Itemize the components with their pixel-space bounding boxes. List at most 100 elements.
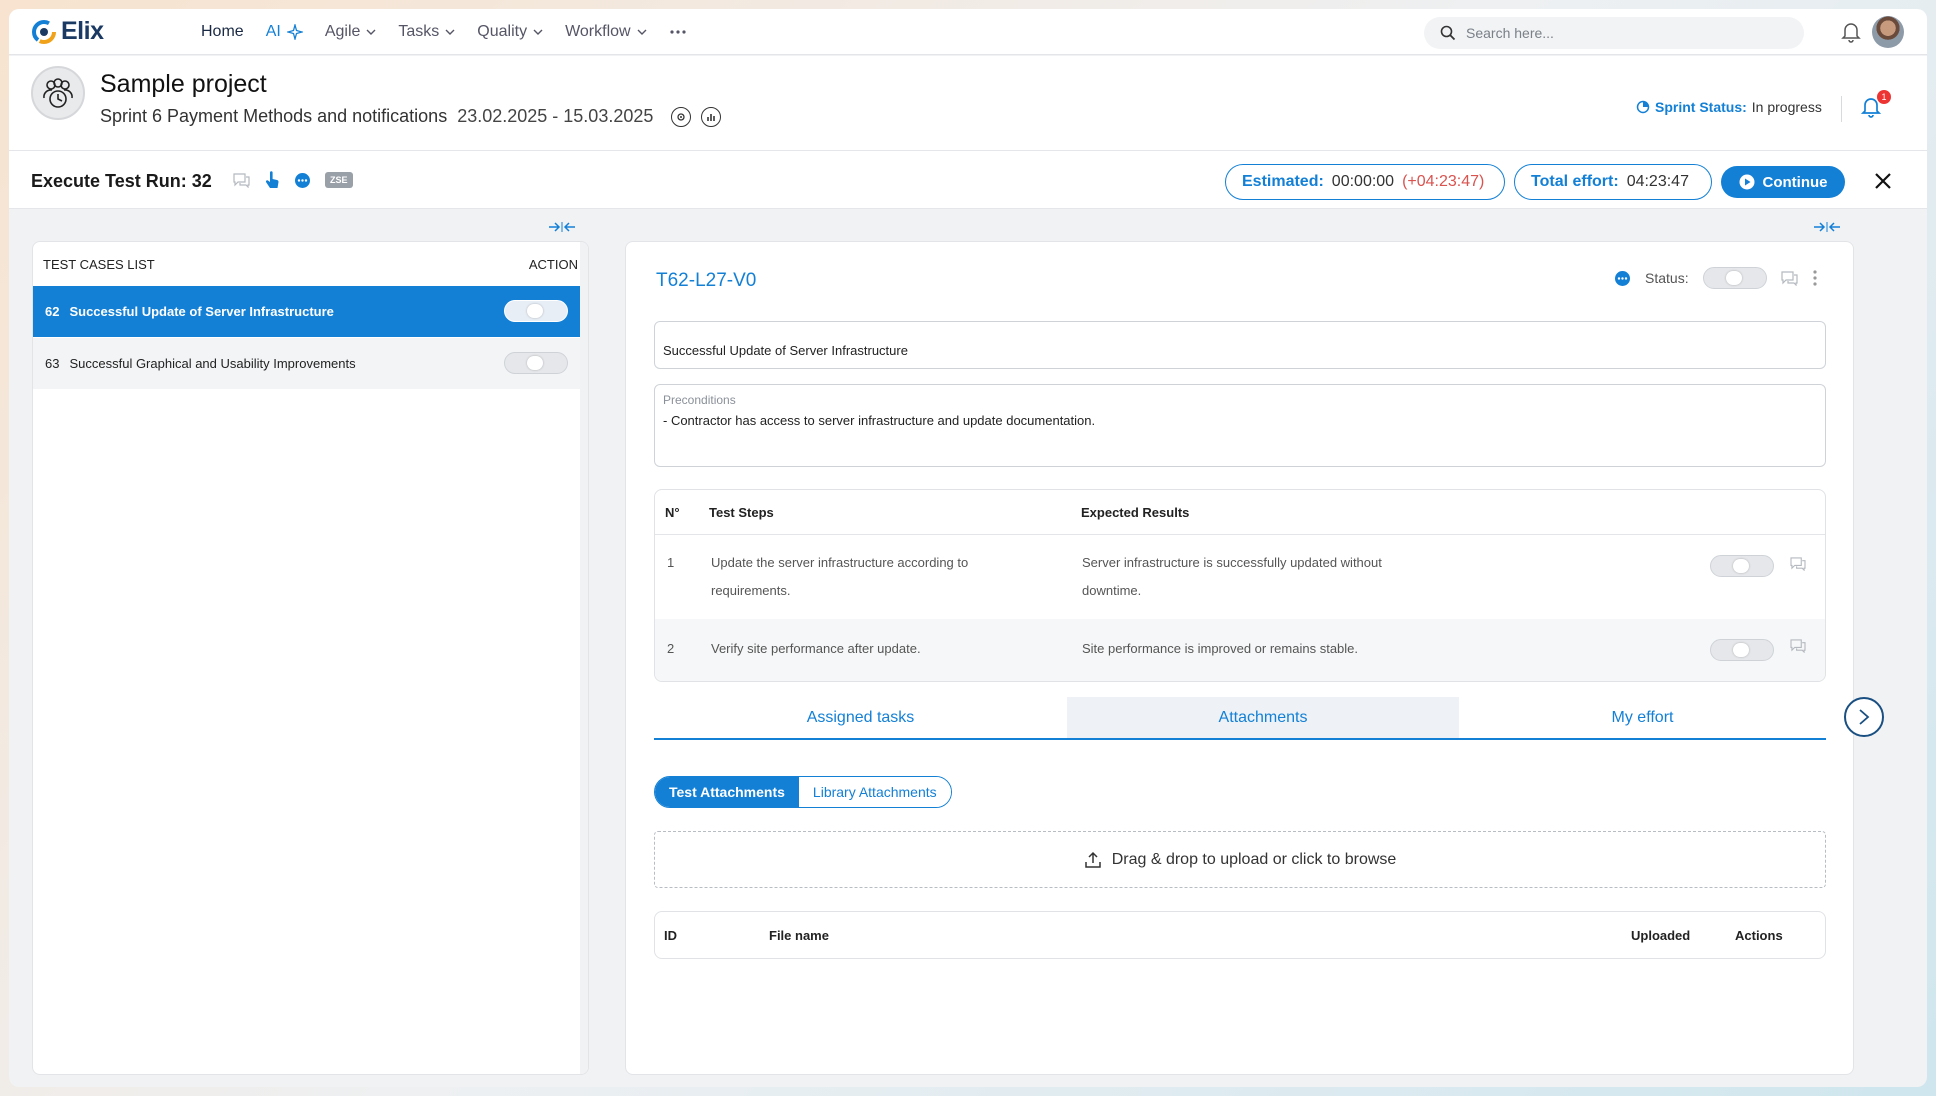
test-case-id[interactable]: T62-L27-V0 [656,270,756,292]
app-window: Elix Home AI Agile Tasks Quality Workflo… [9,9,1927,1087]
step-number: 1 [667,555,675,570]
detail-tabs: Assigned tasks Attachments My effort [654,697,1826,740]
notification-badge: 1 [1877,90,1891,104]
project-header: Sample project Sprint 6 Payment Methods … [9,56,1927,151]
total-effort-label: Total effort: [1531,173,1619,190]
step-status-toggle[interactable] [1710,639,1774,661]
kebab-menu-icon[interactable] [1812,269,1818,287]
nav-workflow[interactable]: Workflow [565,23,647,41]
chevron-down-icon [366,29,376,35]
collapse-right-panel-icon[interactable] [1813,221,1841,233]
sprint-status: Sprint Status: In progress [1636,99,1822,115]
status-toggle[interactable] [1702,267,1767,289]
step-text-line1: Verify site performance after update. [711,641,921,656]
expected-text-line1: Server infrastructure is successfully up… [1082,555,1382,570]
title-field-value: Successful Update of Server Infrastructu… [663,343,908,358]
test-case-number: 63 [45,356,60,371]
more-circle-icon[interactable] [1614,270,1631,287]
more-circle-icon[interactable] [294,172,311,189]
nav-home[interactable]: Home [201,23,244,41]
tab-assigned-tasks[interactable]: Assigned tasks [654,697,1067,738]
expected-text-line1: Site performance is improved or remains … [1082,641,1359,656]
play-icon [1739,174,1754,190]
sprint-goal-icon[interactable] [671,106,692,127]
close-icon[interactable] [1871,169,1895,193]
status-controls: Status: [1614,267,1818,289]
tab-attachments[interactable]: Attachments [1067,697,1459,738]
title-field[interactable]: Successful Update of Server Infrastructu… [654,321,1826,369]
continue-label: Continue [1762,173,1828,191]
upload-dropzone[interactable]: Drag & drop to upload or click to browse [654,831,1826,888]
pointer-hand-icon[interactable] [264,171,280,189]
comment-icon[interactable] [1790,557,1806,571]
test-case-toggle[interactable] [504,352,568,374]
test-run-title: Execute Test Run: 32 [31,171,212,191]
attachment-id-heading: ID [664,928,677,943]
search-input[interactable] [1466,25,1766,41]
estimated-pill: Estimated: 00:00:00 (+04:23:47) [1225,164,1505,200]
zse-tag: ZSE [325,172,353,188]
preconditions-value: - Contractor has access to server infras… [663,413,1096,428]
project-title: Sample project [100,70,267,98]
nav-agile[interactable]: Agile [325,23,377,41]
nav-quality[interactable]: Quality [477,23,543,41]
nav-tasks[interactable]: Tasks [398,23,455,41]
logo[interactable]: Elix [31,17,104,46]
step-status-toggle[interactable] [1710,555,1774,577]
test-case-name: Successful Update of Server Infrastructu… [69,304,334,319]
sprint-info: Sprint 6 Payment Methods and notificatio… [100,106,722,127]
team-clock-icon [43,78,73,108]
sprint-status-value: In progress [1751,99,1822,115]
nav-more-button[interactable] [669,29,687,35]
uploaded-heading: Uploaded [1631,928,1691,943]
step-text-line2: requirements. [711,583,791,598]
next-tab-button[interactable] [1844,697,1884,737]
expected-text-line2: downtime. [1082,583,1142,598]
test-case-row[interactable]: 62 Successful Update of Server Infrastru… [33,286,580,337]
avatar[interactable] [1872,16,1904,48]
estimated-value: 00:00:00 [1331,173,1395,190]
divider [1841,96,1842,122]
top-navigation-bar: Elix Home AI Agile Tasks Quality Workflo… [9,9,1927,55]
total-effort-pill: Total effort: 04:23:47 [1514,164,1712,200]
test-steps-heading: Test Steps [709,505,774,520]
sprint-status-label: Sprint Status: [1655,99,1747,115]
tab-my-effort[interactable]: My effort [1459,697,1826,738]
expected-results-heading: Expected Results [1081,505,1190,520]
preconditions-field[interactable]: Preconditions - Contractor has access to… [654,384,1826,467]
comment-icon[interactable] [233,172,250,188]
library-attachments-toggle[interactable]: Library Attachments [798,777,951,807]
nav-home-label: Home [201,23,244,40]
test-case-row[interactable]: 63 Successful Graphical and Usability Im… [33,338,580,389]
action-heading: ACTION [528,256,578,272]
comment-icon[interactable] [1790,639,1806,653]
elix-logo-icon [32,19,56,44]
comment-icon[interactable] [1780,270,1798,286]
test-step-row: 1 Update the server infrastructure accor… [655,535,1825,619]
test-cases-list-heading: TEST CASES LIST [43,256,155,272]
test-cases-header: TEST CASES LIST ACTION [33,242,588,286]
search-box[interactable] [1424,17,1804,49]
progress-icon [1636,100,1650,114]
preconditions-label: Preconditions [663,393,736,407]
step-number-heading: N° [665,505,680,520]
chevron-down-icon [637,29,647,35]
sprint-chart-icon[interactable] [701,106,722,127]
total-effort-value: 04:23:47 [1626,173,1689,190]
nav-workflow-label: Workflow [565,23,631,40]
attachments-table-header: ID File name Uploaded Actions [654,911,1826,959]
scrollbar[interactable] [580,242,588,1074]
attachment-type-switch: Test Attachments Library Attachments [654,776,952,808]
nav-agile-label: Agile [324,23,361,40]
nav-ai[interactable]: AI [266,23,303,41]
test-steps-header: N° Test Steps Expected Results [655,490,1825,535]
main-menu: Home AI Agile Tasks Quality Workflow [201,9,709,55]
test-run-icons: ZSE [233,171,353,189]
collapse-left-panel-icon[interactable] [548,221,576,233]
test-attachments-toggle[interactable]: Test Attachments [655,777,799,807]
test-case-toggle[interactable] [504,300,568,322]
test-cases-panel: TEST CASES LIST ACTION 62 Successful Upd… [32,241,589,1075]
continue-button[interactable]: Continue [1721,166,1845,198]
bell-icon[interactable] [1841,21,1861,43]
dropzone-text: Drag & drop to upload or click to browse [1111,850,1397,868]
